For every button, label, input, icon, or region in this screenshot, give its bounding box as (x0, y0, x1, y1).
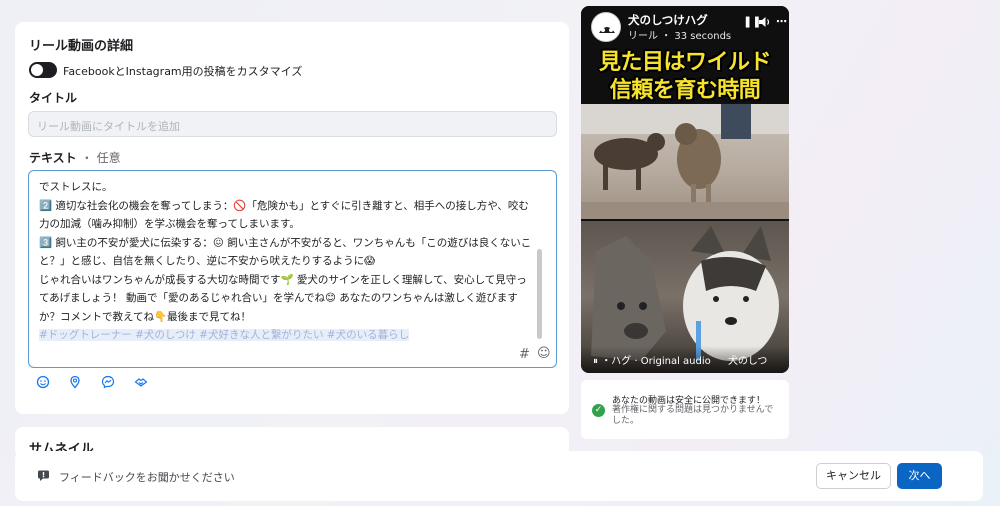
audio-caption: 犬のしつ (727, 356, 768, 367)
video-headline-2: 信頼を育む時間 (609, 78, 761, 103)
text-field-label-main: テキスト (29, 151, 77, 165)
video-frame-top (581, 104, 789, 219)
feedback-label[interactable]: フィードバックをお聞かせください (59, 469, 235, 485)
emoji-icon[interactable]: ☺ (537, 346, 551, 361)
safety-subtitle: 著作権に関する問題は見つかりませんでした。 (612, 405, 774, 426)
emoji-picker-icon[interactable] (35, 374, 51, 390)
text-field-optional: ・ 任意 (80, 151, 121, 165)
dogs-playing-image (581, 104, 789, 219)
text-line: 2️⃣ 適切な社会化の機会を奪ってしまう：🚫「危険かも」とすぐに引き離すと、相手… (39, 199, 529, 231)
next-button[interactable]: 次へ (897, 463, 942, 489)
check-icon: ✓ (592, 404, 605, 417)
reel-preview[interactable]: 犬のしつけハグ リール ・ 33 seconds ❚❚ ⋯ 見た目はワイルド 信… (581, 6, 789, 373)
text-line: でストレスに。 (39, 181, 113, 193)
volume-icon[interactable] (758, 15, 772, 29)
hashtag-line: #ドッグトレーナー #犬のしつけ #犬好きな人と繋がりたい #犬のいる暮らし (39, 329, 410, 341)
title-field-label: タイトル (29, 91, 78, 105)
toggle-knob (31, 64, 43, 76)
partnership-icon[interactable] (133, 374, 149, 390)
more-options-icon[interactable]: ⋯ (776, 15, 787, 28)
safety-card: ✓ あなたの動画は安全に公開できます！ 著作権に関する問題は見つかりませんでした… (581, 380, 789, 439)
text-line: じゃれ合いはワンちゃんが成長する大切な時間です🌱 愛犬のサインを正しく理解して、… (39, 273, 527, 323)
text-field-label: テキスト ・ 任意 (29, 149, 121, 166)
text-area-scrollbar[interactable] (537, 249, 542, 339)
hashtag-icon[interactable]: # (519, 347, 530, 362)
location-icon[interactable] (67, 374, 83, 390)
audio-info: ⏸ ・ハグ · Original audio 犬のしつ (593, 352, 767, 367)
customize-toggle-label: FacebookとInstagram用の投稿をカスタマイズ (63, 65, 303, 78)
preview-meta: リール ・ 33 seconds (628, 31, 732, 42)
text-area-content: でストレスに。 2️⃣ 適切な社会化の機会を奪ってしまう：🚫「危険かも」とすぐに… (39, 178, 533, 345)
feedback-icon[interactable] (37, 469, 50, 482)
text-area[interactable]: でストレスに。 2️⃣ 適切な社会化の機会を奪ってしまう：🚫「危険かも」とすぐに… (28, 170, 557, 368)
text-line: 3️⃣ 飼い主の不安が愛犬に伝染する：😖 飼い主さんが不安がると、ワンちゃんも「… (39, 236, 532, 268)
customize-toggle[interactable] (29, 62, 57, 78)
reel-details-title: リール動画の詳細 (29, 39, 134, 54)
audio-label: ・ハグ · Original audio (601, 356, 711, 367)
avatar-logo-icon (593, 14, 620, 41)
preview-header: 犬のしつけハグ リール ・ 33 seconds ❚❚ ⋯ 見た目はワイルド 信… (581, 6, 789, 103)
cancel-button[interactable]: キャンセル (816, 463, 891, 489)
footer-bar: フィードバックをお聞かせください キャンセル 次へ (15, 451, 983, 501)
messenger-icon[interactable] (100, 374, 116, 390)
reel-details-card: リール動画の詳細 FacebookとInstagram用の投稿をカスタマイズ タ… (15, 22, 569, 414)
account-name: 犬のしつけハグ (628, 13, 708, 27)
title-input[interactable]: リール動画にタイトルを追加 (28, 111, 557, 137)
audio-icon: ⏸ (593, 356, 598, 367)
avatar (591, 12, 621, 42)
